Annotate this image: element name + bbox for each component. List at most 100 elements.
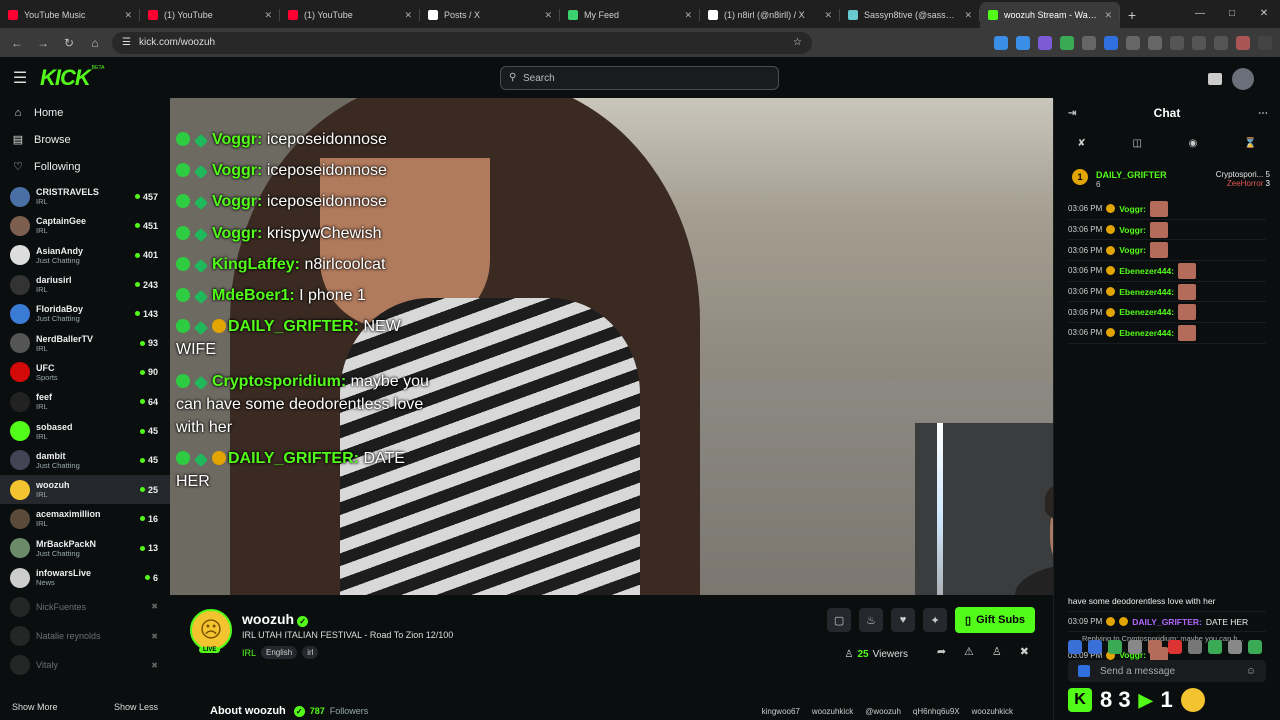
maximize-icon[interactable]: □	[1216, 0, 1248, 28]
minimize-icon[interactable]: —	[1184, 0, 1216, 28]
sidebar-channel[interactable]: MrBackPackN Just Chatting 13	[0, 534, 170, 563]
extension-icon[interactable]	[1038, 35, 1052, 50]
forward-icon[interactable]: →	[34, 36, 52, 50]
tab-close-icon[interactable]: ✕	[404, 10, 412, 21]
emote-icon[interactable]	[1208, 640, 1222, 654]
clip-icon[interactable]: ▢	[827, 608, 852, 632]
tab-close-icon[interactable]: ✕	[824, 10, 832, 21]
window-close-icon[interactable]: ✕	[1248, 0, 1280, 28]
browser-tab[interactable]: (1) YouTube ✕	[140, 2, 280, 28]
gift-subs-button[interactable]: ▯ Gift Subs	[955, 607, 1035, 633]
sidebar-nav-following[interactable]: ♡ Following	[0, 153, 170, 180]
sidebar-channel[interactable]: feef IRL 64	[0, 387, 170, 416]
extension-icon[interactable]	[1104, 35, 1118, 50]
hamburger-menu-icon[interactable]: ☰	[0, 68, 40, 88]
tab-close-icon[interactable]: ✕	[264, 10, 272, 21]
tab-close-icon[interactable]: ✕	[684, 10, 692, 21]
sidebar-channel[interactable]: FloridaBoy Just Chatting 143	[0, 299, 170, 328]
follow-heart-icon[interactable]: ♥	[891, 608, 916, 632]
sidebar-channel[interactable]: woozuh IRL 25	[0, 474, 170, 505]
show-less-button[interactable]: Show Less	[114, 702, 158, 712]
bell-icon[interactable]: ♨	[859, 608, 884, 632]
emote-icon[interactable]	[1108, 640, 1122, 654]
mod-icon[interactable]	[1208, 73, 1222, 85]
sidebar-channel[interactable]: UFC Sports 90	[0, 358, 170, 387]
sidebar-channel[interactable]: CaptainGee IRL 451	[0, 211, 170, 240]
tag-irl[interactable]: irl	[302, 646, 319, 659]
sidebar-channel[interactable]: acemaximillion IRL 16	[0, 504, 170, 533]
browser-tab[interactable]: woozuh Stream - Watch ✕	[980, 2, 1120, 28]
emote-icon[interactable]	[1088, 640, 1102, 654]
sidebar-channel[interactable]: dambit Just Chatting 45	[0, 446, 170, 475]
extensions-puzzle-icon[interactable]	[1148, 35, 1162, 50]
browser-tab[interactable]: Sassyn8tive (@sassyn8tive✕	[840, 2, 980, 28]
tab-close-icon[interactable]: ✕	[964, 10, 972, 21]
browser-tab[interactable]: (1) YouTube ✕	[280, 2, 420, 28]
kick-logo[interactable]: KICK BETA	[40, 65, 104, 91]
browser-tab[interactable]: Posts / X ✕	[420, 2, 560, 28]
user-avatar[interactable]	[1232, 68, 1254, 90]
home-browser-icon[interactable]: ⌂	[86, 36, 104, 50]
trash-icon[interactable]: ◫	[1132, 138, 1141, 149]
emote-icon[interactable]	[1188, 640, 1202, 654]
history-icon[interactable]	[1170, 35, 1184, 50]
extension-icon[interactable]	[1016, 35, 1030, 50]
video-player[interactable]: Voggr: iceposeidonnose Voggr: iceposeidon…	[170, 98, 1053, 595]
reload-icon[interactable]: ↻	[60, 36, 78, 50]
bookmark-star-icon[interactable]: ☆	[793, 37, 802, 48]
sidebar-channel[interactable]: CRISTRAVELS IRL 457	[0, 182, 170, 211]
hide-icon[interactable]: ✖	[1020, 645, 1029, 658]
sidebar-channel-offline[interactable]: NickFuentes ✖	[0, 592, 170, 621]
show-more-button[interactable]: Show More	[12, 702, 58, 712]
profile-icon[interactable]	[1236, 35, 1250, 50]
browser-tab[interactable]: (1) n8irl (@n8irll) / X ✕	[700, 2, 840, 28]
sidebar-nav-browse[interactable]: ▤ Browse	[0, 126, 170, 153]
tab-close-icon[interactable]: ✕	[1104, 10, 1112, 21]
emote-icon[interactable]	[1228, 640, 1242, 654]
browser-tab[interactable]: YouTube Music ✕	[0, 2, 140, 28]
chat-menu-icon[interactable]: ⋯	[1258, 108, 1268, 119]
browser-menu-icon[interactable]	[1258, 35, 1272, 50]
devtools-icon[interactable]	[1192, 35, 1206, 50]
sidebar-channel[interactable]: infowarsLive News 6	[0, 563, 170, 592]
hourglass-icon[interactable]: ⌛	[1244, 138, 1256, 149]
extension-icon[interactable]	[994, 35, 1008, 50]
sidebar-icon[interactable]	[1214, 35, 1228, 50]
add-user-icon[interactable]: ♙	[992, 645, 1002, 658]
social-link[interactable]: @woozuh	[865, 707, 901, 716]
sidebar-channel-offline[interactable]: Natalie reynolds ✖	[0, 621, 170, 650]
social-link[interactable]: woozuhkick	[972, 707, 1013, 716]
extension-icon[interactable]	[1126, 35, 1140, 50]
chat-bubble-icon[interactable]: ◉	[1189, 138, 1198, 149]
sidebar-channel-offline[interactable]: Vitaly ✖	[0, 651, 170, 680]
tab-close-icon[interactable]: ✕	[544, 10, 552, 21]
social-link[interactable]: woozuhkick	[812, 707, 853, 716]
play-icon[interactable]: ▶	[1139, 690, 1153, 711]
sparkle-icon[interactable]: ✦	[923, 608, 948, 632]
emote-icon[interactable]	[1180, 688, 1205, 712]
kick-icon[interactable]: K	[1068, 688, 1092, 712]
emote-icon[interactable]	[1128, 640, 1142, 654]
emote-icon[interactable]	[1168, 640, 1182, 654]
chat-badge-icon[interactable]	[1078, 665, 1090, 677]
pin-icon[interactable]: ✘	[1077, 138, 1085, 149]
extension-icon[interactable]	[1060, 35, 1074, 50]
new-tab-button[interactable]: +	[1120, 2, 1144, 28]
stream-category[interactable]: IRL	[242, 648, 256, 658]
report-icon[interactable]: ⚠	[964, 645, 974, 658]
sidebar-nav-home[interactable]: ⌂ Home	[0, 99, 170, 126]
sidebar-channel[interactable]: sobased IRL 45	[0, 416, 170, 445]
sidebar-channel[interactable]: AsianAndy Just Chatting 401	[0, 241, 170, 270]
extension-icon[interactable]	[1082, 35, 1096, 50]
sidebar-channel[interactable]: dariusirl IRL 243	[0, 270, 170, 299]
collapse-chat-icon[interactable]: ⇥	[1068, 108, 1076, 119]
browser-tab[interactable]: My Feed ✕	[560, 2, 700, 28]
social-link[interactable]: qH6nhq6u9X	[913, 707, 960, 716]
back-icon[interactable]: ←	[8, 36, 26, 50]
channel-avatar[interactable]: ☹	[190, 609, 232, 651]
chat-input[interactable]: Send a message ☺	[1068, 660, 1266, 682]
social-link[interactable]: kingwoo67	[762, 707, 800, 716]
tag-english[interactable]: English	[261, 646, 298, 659]
emote-icon[interactable]	[1248, 640, 1262, 654]
emote-icon[interactable]	[1068, 640, 1082, 654]
